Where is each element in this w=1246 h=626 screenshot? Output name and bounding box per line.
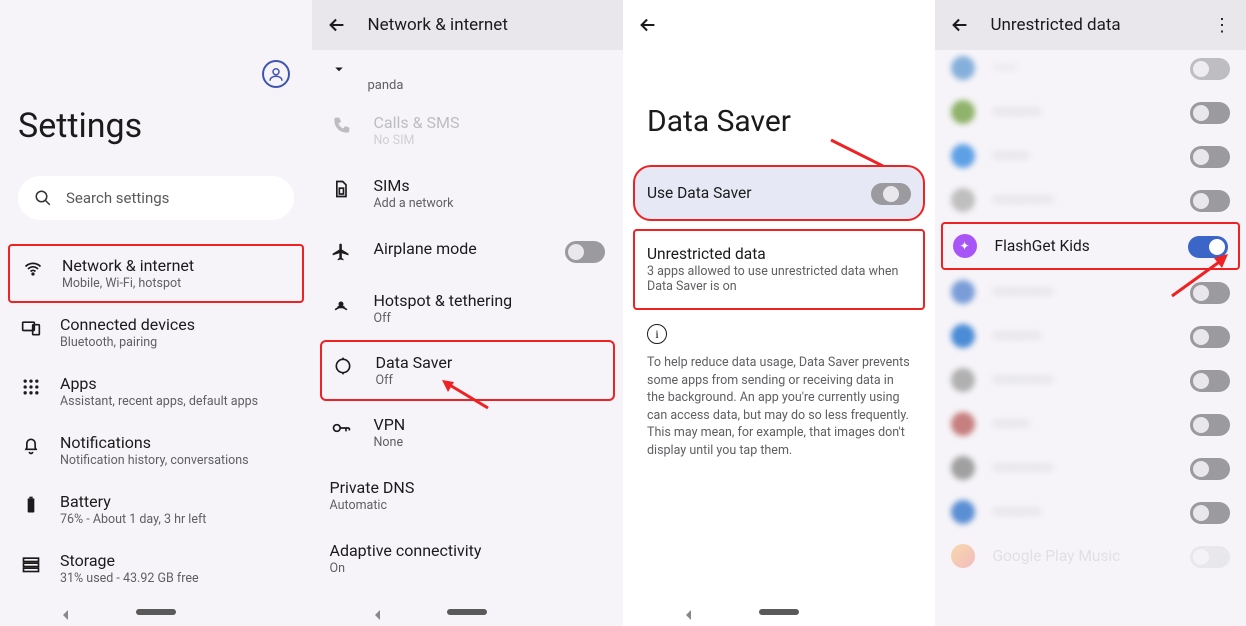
app-toggle[interactable] <box>1190 282 1230 304</box>
data-saver-description: To help reduce data usage, Data Saver pr… <box>623 350 935 463</box>
profile-avatar[interactable] <box>262 60 290 88</box>
wifi-icon <box>22 258 44 280</box>
settings-item-storage[interactable]: Storage31% used - 43.92 GB free <box>0 539 312 598</box>
back-button[interactable] <box>949 14 971 36</box>
app-row-blurred[interactable]: ——— <box>935 402 1246 446</box>
nav-home-pill[interactable] <box>136 609 176 615</box>
storage-icon <box>20 553 42 575</box>
network-item-airplane[interactable]: Airplane mode <box>312 225 624 277</box>
header-title: Network & internet <box>368 15 508 35</box>
network-item-calls[interactable]: Calls & SMSNo SIM <box>312 99 624 162</box>
app-toggle[interactable] <box>1190 146 1230 168</box>
app-row-blurred[interactable]: ————— <box>935 358 1246 402</box>
app-toggle[interactable] <box>1190 58 1230 80</box>
page-title: Settings <box>18 106 294 146</box>
use-data-saver-row[interactable]: Use Data Saver <box>633 165 925 221</box>
search-settings[interactable]: Search settings <box>18 176 294 220</box>
data-saver-screen: Data Saver Use Data Saver Unrestricted d… <box>623 0 935 626</box>
network-item-hotspot[interactable]: Hotspot & tetheringOff <box>312 277 624 340</box>
unrestricted-data-row[interactable]: Unrestricted data 3 apps allowed to use … <box>633 229 925 310</box>
network-item-sims[interactable]: SIMsAdd a network <box>312 162 624 225</box>
app-row-blurred[interactable]: ——— <box>935 134 1246 178</box>
app-toggle[interactable] <box>1190 546 1230 568</box>
info-icon: i <box>647 324 667 344</box>
battery-icon <box>20 494 42 516</box>
app-row-play-music[interactable]: Google Play Music <box>935 534 1246 578</box>
wifi-name: panda <box>312 78 624 99</box>
unrestricted-data-screen: Unrestricted data ⋮ —— ———— ——— ————— ✦ … <box>935 0 1246 626</box>
app-toggle[interactable] <box>1190 102 1230 124</box>
network-internet-screen: Network & internet panda Calls & SMSNo S… <box>312 0 624 626</box>
hotspot-icon <box>330 293 352 315</box>
app-toggle[interactable] <box>1190 190 1230 212</box>
nav-bar <box>0 598 312 626</box>
app-row-blurred[interactable]: —— <box>935 56 1246 90</box>
chevron-down-icon[interactable] <box>330 60 348 78</box>
app-row-blurred[interactable]: ————— <box>935 446 1246 490</box>
apps-icon <box>20 376 42 398</box>
back-button[interactable] <box>637 14 659 36</box>
vpn-key-icon <box>330 417 352 439</box>
app-row-blurred[interactable]: ———— <box>935 490 1246 534</box>
settings-item-apps[interactable]: AppsAssistant, recent apps, default apps <box>0 362 312 421</box>
flashget-app-icon: ✦ <box>953 234 977 258</box>
app-toggle[interactable] <box>1190 502 1230 524</box>
more-menu-icon[interactable]: ⋮ <box>1212 15 1232 35</box>
nav-back-icon[interactable] <box>60 606 72 618</box>
settings-item-battery[interactable]: Battery76% - About 1 day, 3 hr left <box>0 480 312 539</box>
play-music-icon <box>951 544 975 568</box>
header-title: Unrestricted data <box>991 15 1121 35</box>
airplane-toggle[interactable] <box>565 241 605 263</box>
network-item-dns[interactable]: Private DNSAutomatic <box>312 464 624 527</box>
data-saver-icon <box>332 355 354 377</box>
search-placeholder: Search settings <box>66 189 169 207</box>
airplane-icon <box>330 241 352 263</box>
app-row-blurred[interactable]: ———— <box>935 90 1246 134</box>
network-item-adaptive[interactable]: Adaptive connectivityOn <box>312 527 624 590</box>
phone-icon <box>330 115 352 137</box>
app-row-blurred[interactable]: ————— <box>935 178 1246 222</box>
app-bar: Unrestricted data ⋮ <box>935 0 1246 50</box>
app-row-blurred[interactable]: ———— <box>935 314 1246 358</box>
app-bar <box>623 0 935 50</box>
app-toggle[interactable] <box>1190 326 1230 348</box>
data-saver-toggle[interactable] <box>871 183 911 205</box>
app-toggle[interactable] <box>1190 458 1230 480</box>
annotation-arrow <box>440 378 490 410</box>
settings-item-notifications[interactable]: NotificationsNotification history, conve… <box>0 421 312 480</box>
devices-icon <box>20 317 42 339</box>
back-button[interactable] <box>326 14 348 36</box>
app-toggle[interactable] <box>1190 370 1230 392</box>
app-row-blurred[interactable]: ————— <box>935 270 1246 314</box>
network-item-vpn[interactable]: VPNNone <box>312 401 624 464</box>
settings-root-screen: Settings Search settings Network & inter… <box>0 0 312 626</box>
app-bar: Network & internet <box>312 0 624 50</box>
nav-back-icon[interactable] <box>372 606 384 618</box>
nav-home-pill[interactable] <box>447 609 487 615</box>
nav-home-pill[interactable] <box>759 609 799 615</box>
app-toggle[interactable] <box>1190 414 1230 436</box>
settings-item-network[interactable]: Network & internetMobile, Wi-Fi, hotspot <box>8 244 304 303</box>
bell-icon <box>20 435 42 457</box>
nav-back-icon[interactable] <box>683 606 695 618</box>
settings-item-connected[interactable]: Connected devicesBluetooth, pairing <box>0 303 312 362</box>
sim-icon <box>330 178 352 200</box>
